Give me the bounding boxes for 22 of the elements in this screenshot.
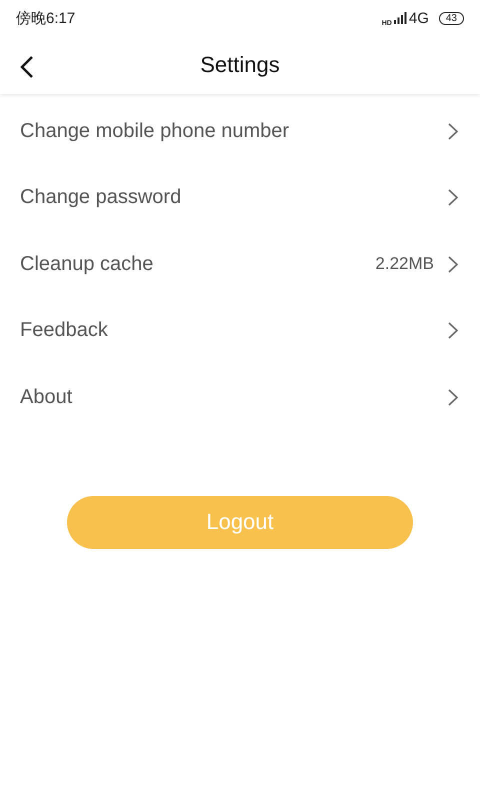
- settings-row[interactable]: About: [0, 364, 480, 430]
- row-label: About: [20, 386, 74, 409]
- battery-icon: 43: [438, 12, 464, 24]
- chevron-icon: [448, 256, 458, 273]
- page-title: Settings: [200, 52, 280, 78]
- settings-row[interactable]: Cleanup cache 2.22MB: [0, 231, 480, 298]
- chevron-icon: [448, 189, 458, 206]
- settings-row[interactable]: Feedback: [0, 298, 480, 364]
- chevron-icon: [448, 388, 458, 406]
- chevron-icon: [448, 322, 458, 340]
- row-label: Change password: [20, 186, 182, 210]
- network-label: 4G: [408, 10, 429, 26]
- row-label: Cleanup cache: [20, 252, 154, 276]
- settings-row[interactable]: Change password: [0, 164, 480, 231]
- status-time: 傍晚6:17: [16, 8, 76, 28]
- signal-icon: [394, 12, 407, 24]
- chevron-icon: [448, 122, 458, 140]
- settings-row[interactable]: Change mobile phone number: [0, 98, 480, 164]
- row-label: Feedback: [20, 319, 109, 342]
- back-icon: [20, 55, 34, 79]
- row-label: Change mobile phone number: [20, 120, 290, 143]
- row-value: 2.22MB: [375, 254, 434, 274]
